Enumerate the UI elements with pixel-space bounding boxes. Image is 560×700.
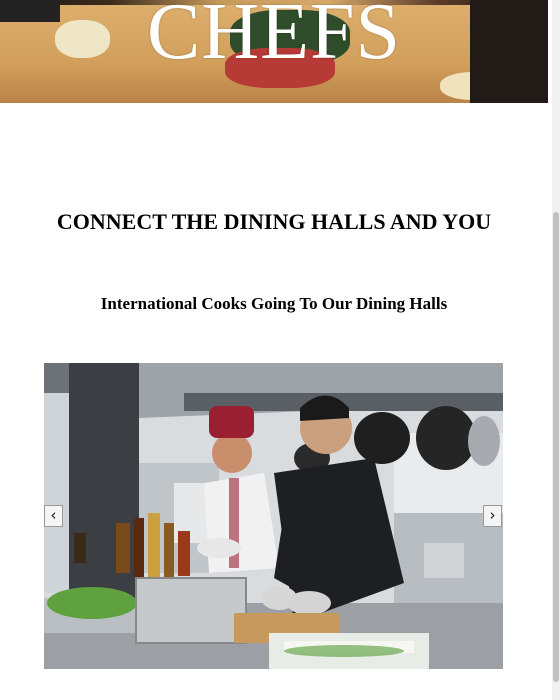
section-subheading: International Cooks Going To Our Dining … bbox=[100, 294, 448, 313]
hero-banner: CHEFS bbox=[0, 0, 548, 103]
scrollbar-thumb[interactable] bbox=[553, 212, 559, 682]
chevron-right-icon: › bbox=[489, 506, 496, 524]
chefs-kitchen-photo bbox=[44, 363, 503, 669]
slider-next-button[interactable]: › bbox=[483, 505, 502, 527]
image-slider bbox=[44, 363, 503, 669]
section-heading: CONNECT THE DINING HALLS AND YOU bbox=[56, 209, 492, 234]
scrollbar[interactable] bbox=[552, 0, 560, 700]
slider-prev-button[interactable]: ‹ bbox=[44, 505, 63, 527]
hero-title: CHEFS bbox=[147, 0, 401, 76]
chevron-left-icon: ‹ bbox=[50, 506, 57, 524]
